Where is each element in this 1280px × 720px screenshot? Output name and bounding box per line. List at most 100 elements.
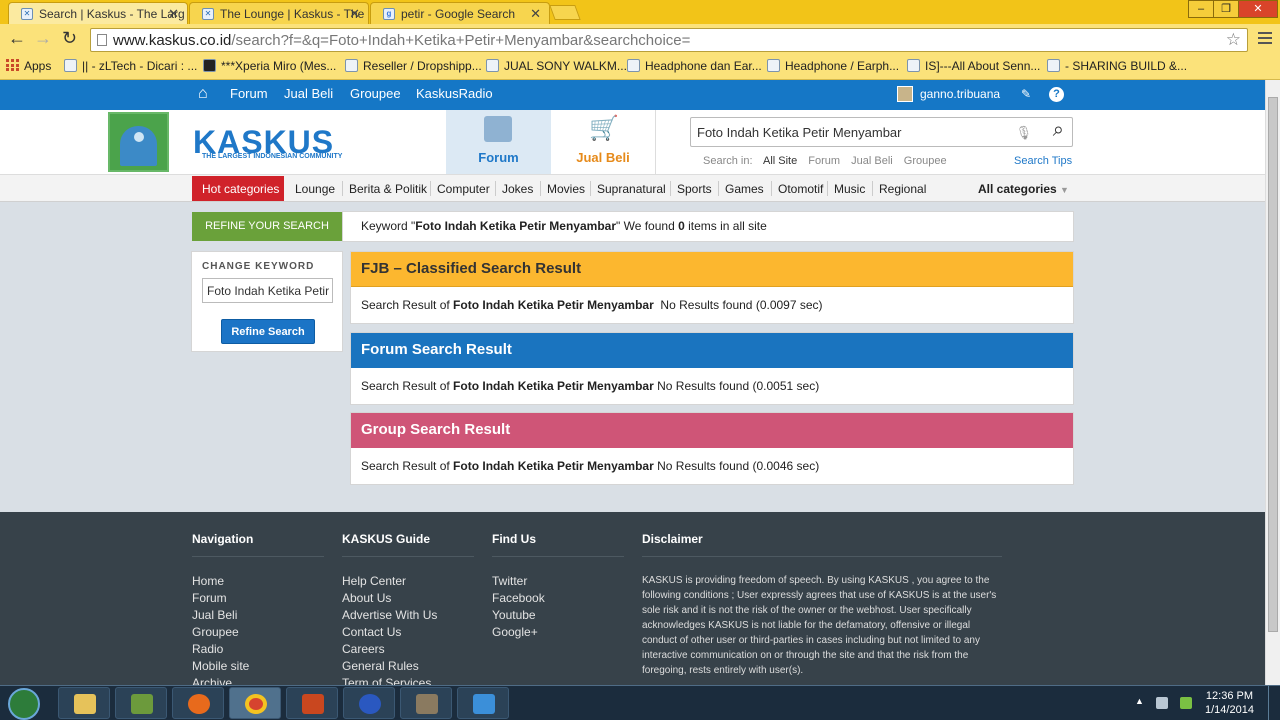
help-icon[interactable]: ? xyxy=(1049,87,1064,102)
browser-tab-google[interactable]: g petir - Google Search ✕ xyxy=(370,2,550,24)
nav-groupee[interactable]: Groupee xyxy=(350,86,401,101)
all-categories-dropdown[interactable]: All categories ▼ xyxy=(978,182,1069,196)
found-count: 0 xyxy=(678,219,685,233)
minimize-button[interactable]: – xyxy=(1188,0,1214,18)
bookmark-item[interactable]: - SHARING BUILD &... xyxy=(1047,59,1187,73)
chrome-menu-icon[interactable] xyxy=(1258,32,1272,44)
nav-forum[interactable]: Forum xyxy=(230,86,268,101)
category-sports[interactable]: Sports xyxy=(677,182,712,196)
search-in-all-site[interactable]: All Site xyxy=(763,155,797,167)
footer-link-groupee[interactable]: Groupee xyxy=(192,624,324,641)
reload-icon[interactable]: ↻ xyxy=(62,28,77,49)
search-in-jual-beli[interactable]: Jual Beli xyxy=(851,155,893,167)
footer-link-home[interactable]: Home xyxy=(192,573,324,590)
bookmark-apps[interactable]: Apps xyxy=(6,59,51,73)
taskbar-3g-modem[interactable] xyxy=(343,687,395,719)
search-in-groupee[interactable]: Groupee xyxy=(904,155,947,167)
bookmark-item[interactable]: JUAL SONY WALKM... xyxy=(486,59,627,73)
footer-link-forum[interactable]: Forum xyxy=(192,590,324,607)
bookmark-item[interactable]: Headphone / Earph... xyxy=(767,59,899,73)
taskbar-evernote[interactable] xyxy=(115,687,167,719)
close-tab-icon[interactable]: ✕ xyxy=(530,6,541,22)
browser-tab-search-kaskus[interactable]: ✕ Search | Kaskus - The Larg ✕ xyxy=(8,2,188,24)
search-in-options: Search in: All Site Forum Jual Beli Grou… xyxy=(703,155,947,167)
page-icon xyxy=(97,34,107,46)
footer-link-radio[interactable]: Radio xyxy=(192,641,324,658)
maximize-button[interactable]: ❐ xyxy=(1213,0,1239,18)
bookmark-item[interactable]: Reseller / Dropshipp... xyxy=(345,59,482,73)
kaskus-mascot-logo[interactable] xyxy=(108,112,169,172)
close-tab-icon[interactable]: ✕ xyxy=(168,6,179,22)
footer-link-twitter[interactable]: Twitter xyxy=(492,573,624,590)
tab-jual-beli[interactable]: 🛒 Jual Beli xyxy=(551,110,656,174)
footer-link-mobile-site[interactable]: Mobile site xyxy=(192,658,324,675)
back-arrow-icon[interactable]: ← xyxy=(8,28,26,49)
nav-jual-beli[interactable]: Jual Beli xyxy=(284,86,333,101)
footer-link-about-us[interactable]: About Us xyxy=(342,590,474,607)
tab-forum[interactable]: Forum xyxy=(446,110,551,174)
show-desktop-button[interactable] xyxy=(1268,686,1280,720)
microphone-icon[interactable]: 🎙 xyxy=(1015,125,1032,141)
taskbar-game[interactable] xyxy=(286,687,338,719)
footer-link-facebook[interactable]: Facebook xyxy=(492,590,624,607)
bookmark-item[interactable]: ***Xperia Miro (Mes... xyxy=(203,59,336,73)
search-tips-link[interactable]: Search Tips xyxy=(1014,155,1072,167)
system-clock[interactable]: 12:36 PM 1/14/2014 xyxy=(1205,689,1254,717)
category-berita-politik[interactable]: Berita & Politik xyxy=(349,182,427,196)
address-bar[interactable]: www.kaskus.co.id/search?f=&q=Foto+Indah+… xyxy=(90,28,1248,52)
keyword-input[interactable]: Foto Indah Ketika Petir Menyambar xyxy=(202,278,333,303)
forward-arrow-icon[interactable]: → xyxy=(34,28,52,49)
footer-link-contact-us[interactable]: Contact Us xyxy=(342,624,474,641)
forum-result-box: Forum Search Result Search Result of Fot… xyxy=(350,332,1074,405)
start-button[interactable] xyxy=(8,688,40,720)
bookmark-favicon-icon xyxy=(627,59,640,72)
category-computer[interactable]: Computer xyxy=(437,182,490,196)
category-music[interactable]: Music xyxy=(834,182,865,196)
window-close-button[interactable]: ✕ xyxy=(1238,0,1278,18)
taskbar-chrome[interactable] xyxy=(229,687,281,719)
bookmark-item[interactable]: Headphone dan Ear... xyxy=(627,59,762,73)
footer-link-google-plus[interactable]: Google+ xyxy=(492,624,624,641)
evernote-icon xyxy=(131,694,153,714)
search-icon[interactable]: ⌕ xyxy=(1053,119,1064,142)
search-in-forum[interactable]: Forum xyxy=(808,155,840,167)
power-tray-icon[interactable] xyxy=(1180,697,1192,709)
footer-link-advertise[interactable]: Advertise With Us xyxy=(342,607,474,624)
category-lounge[interactable]: Lounge xyxy=(295,182,335,196)
category-jokes[interactable]: Jokes xyxy=(502,182,533,196)
footer-link-general-rules[interactable]: General Rules xyxy=(342,658,474,675)
refine-search-button[interactable]: Refine Search xyxy=(221,319,315,344)
category-supranatural[interactable]: Supranatural xyxy=(597,182,666,196)
footer-link-youtube[interactable]: Youtube xyxy=(492,607,624,624)
hot-categories-tab[interactable]: Hot categories xyxy=(192,176,284,201)
browser-tab-lounge[interactable]: ✕ The Lounge | Kaskus - The ✕ xyxy=(189,2,369,24)
avatar[interactable] xyxy=(897,86,913,102)
3g-modem-icon xyxy=(359,694,381,714)
show-hidden-icons-icon[interactable]: ▲ xyxy=(1135,696,1144,706)
page-scrollbar[interactable] xyxy=(1265,80,1280,685)
username[interactable]: ganno.tribuana xyxy=(920,87,1000,101)
kaskus-header: KASKUS THE LARGEST INDONESIAN COMMUNITY … xyxy=(0,110,1265,174)
footer-link-help-center[interactable]: Help Center xyxy=(342,573,474,590)
category-otomotif[interactable]: Otomotif xyxy=(778,182,823,196)
bookmark-star-icon[interactable]: ☆ xyxy=(1226,30,1241,50)
taskbar-wifi[interactable] xyxy=(457,687,509,719)
nav-kaskus-radio[interactable]: KaskusRadio xyxy=(416,86,493,101)
search-input[interactable]: Foto Indah Ketika Petir Menyambar 🎙 ⌕ xyxy=(690,117,1073,147)
footer-link-careers[interactable]: Careers xyxy=(342,641,474,658)
close-tab-icon[interactable]: ✕ xyxy=(349,6,360,22)
taskbar-firefox[interactable] xyxy=(172,687,224,719)
category-games[interactable]: Games xyxy=(725,182,764,196)
footer-link-jual-beli[interactable]: Jual Beli xyxy=(192,607,324,624)
taskbar-game2[interactable] xyxy=(400,687,452,719)
home-icon[interactable]: ⌂ xyxy=(198,85,208,103)
network-tray-icon[interactable] xyxy=(1156,697,1168,709)
bookmark-item[interactable]: || - zLTech - Dicari : ... xyxy=(64,59,197,73)
category-movies[interactable]: Movies xyxy=(547,182,585,196)
new-tab-button[interactable] xyxy=(549,5,581,20)
taskbar-explorer[interactable] xyxy=(58,687,110,719)
category-regional[interactable]: Regional xyxy=(879,182,926,196)
scrollbar-thumb[interactable] xyxy=(1268,97,1278,632)
edit-pencil-icon[interactable]: ✎ xyxy=(1017,85,1035,103)
bookmark-item[interactable]: IS]---All About Senn... xyxy=(907,59,1040,73)
